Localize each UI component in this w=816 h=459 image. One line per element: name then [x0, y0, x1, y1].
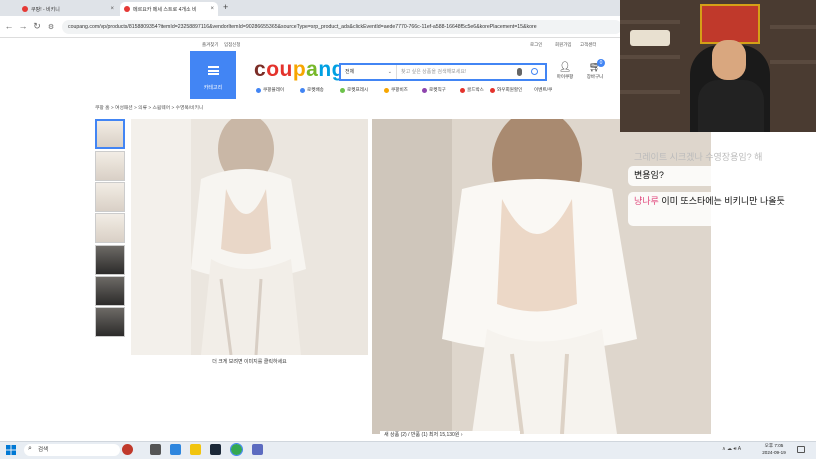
product-thumbnail[interactable]	[95, 276, 125, 306]
new-tab-button[interactable]: +	[223, 2, 228, 12]
close-icon[interactable]: ×	[110, 6, 114, 12]
search-input[interactable]: 찾고 싶은 상품을 검색해보세요!	[401, 65, 466, 79]
customer-center-link[interactable]: 고객센터	[580, 42, 597, 48]
product-thumbnail[interactable]	[95, 182, 125, 212]
character-icon[interactable]	[122, 444, 133, 455]
tab-title: 메르요카 메세 스트로 4개소 비	[133, 6, 197, 13]
nav-coupang-biz[interactable]: 쿠팡비즈	[384, 87, 408, 93]
cart-count-badge: 0	[597, 59, 605, 67]
browser-tab[interactable]: 쿠팡! - 비키니 ×	[18, 2, 118, 16]
search-icon: ⌕	[28, 445, 32, 452]
tab-title: 쿠팡! - 비키니	[31, 6, 60, 13]
user-icon: 👤︎	[558, 62, 572, 73]
nav-goldbox[interactable]: 골드박스	[460, 87, 484, 93]
browser-tab-active[interactable]: 메르요카 메세 스트로 4개소 비 ×	[120, 2, 218, 16]
zoom-hint-caption: 더 크게 보려면 이미지를 클릭하세요	[212, 359, 287, 365]
nav-wow-member[interactable]: 이벤트/쿠	[534, 87, 552, 93]
microphone-icon[interactable]	[517, 68, 522, 76]
streamer-body	[698, 80, 764, 132]
hamburger-icon	[208, 66, 219, 75]
product-thumbnail[interactable]	[95, 151, 125, 181]
streamer-face	[712, 40, 746, 80]
nav-rocket-delivery[interactable]: 로켓배송	[300, 87, 324, 93]
windows-start-icon[interactable]	[6, 445, 16, 455]
system-tray[interactable]: ∧ ☁ 🔊︎ A	[722, 446, 741, 452]
chat-nickname: 냥나루	[634, 196, 659, 206]
file-explorer-icon[interactable]	[190, 444, 201, 455]
my-coupang-button[interactable]: 👤︎ 마이쿠팡	[554, 62, 576, 80]
product-thumbnail[interactable]	[95, 213, 125, 243]
url-field[interactable]: coupang.com/vp/products/8158809354?itemI…	[62, 20, 622, 34]
service-nav: 쿠팡플레이 로켓배송 로켓프레시 쿠팡비즈 로켓직구 골드박스 와우회원할인 이…	[252, 86, 612, 96]
nav-coupang-play[interactable]: 쿠팡플레이	[256, 87, 284, 93]
signup-link[interactable]: 회원가입	[555, 42, 572, 48]
product-main-image[interactable]	[131, 119, 368, 355]
poster	[700, 4, 760, 44]
chrome-icon[interactable]	[230, 443, 243, 456]
nav-rocket-global[interactable]: 로켓직구	[422, 87, 446, 93]
reload-icon[interactable]: ↻	[32, 21, 42, 32]
favorites-link[interactable]: 즐겨찾기	[202, 42, 219, 48]
product-photo	[131, 119, 368, 355]
edge-icon[interactable]	[170, 444, 181, 455]
other-sellers-link[interactable]: 새 상품 (2) / 반품 (1) 최저 15,130원 ›	[380, 431, 520, 440]
taskbar-clock[interactable]: 오후 7:05 2024-09-19	[756, 442, 792, 456]
task-view-icon[interactable]	[150, 444, 161, 455]
category-button[interactable]: 카테고리	[190, 51, 236, 99]
coupang-favicon-icon	[22, 6, 28, 12]
product-thumbnail[interactable]	[95, 307, 125, 337]
taskbar-search[interactable]: 검색	[24, 444, 120, 456]
shelf-sign	[630, 30, 670, 46]
chat-message: 변용임?	[628, 166, 805, 186]
coupang-favicon-icon	[124, 6, 130, 12]
coupang-logo[interactable]: coupang	[254, 58, 345, 82]
forward-arrow-icon[interactable]: →	[18, 21, 28, 31]
category-label: 카테고리	[203, 85, 223, 91]
product-thumbnail[interactable]	[95, 119, 125, 149]
search-category-select[interactable]: 전체 ⌄	[341, 65, 397, 79]
login-link[interactable]: 로그인	[530, 42, 542, 48]
steam-icon[interactable]	[210, 444, 221, 455]
chat-message: 냥나루 이미 또스타에는 비키니만 나올듯	[628, 192, 806, 226]
notification-icon[interactable]	[797, 446, 805, 453]
webcam-overlay	[620, 0, 816, 132]
seller-join-link[interactable]: 입점신청	[224, 42, 241, 48]
close-icon[interactable]: ×	[210, 6, 214, 12]
nav-rocket-fresh[interactable]: 로켓프레시	[340, 87, 368, 93]
breadcrumb: 쿠팡 홈 > 여성패션 > 의류 > 스윔웨어 > 수영복/비키니	[95, 106, 204, 111]
back-arrow-icon[interactable]: ←	[4, 21, 14, 31]
top-menu: 즐겨찾기 입점신청 로그인 회원가입 고객센터	[200, 40, 620, 50]
nav-wow-discount[interactable]: 와우회원할인	[490, 87, 522, 93]
chat-message: 그레이트 시크겠나 수영장용임? 해	[634, 152, 763, 162]
search-icon[interactable]	[531, 68, 538, 75]
app-icon[interactable]	[252, 444, 263, 455]
site-info-icon[interactable]: ⚙	[46, 23, 56, 31]
product-thumbnail[interactable]	[95, 245, 125, 275]
search-bar: 전체 ⌄ 찾고 싶은 상품을 검색해보세요!	[339, 63, 547, 81]
